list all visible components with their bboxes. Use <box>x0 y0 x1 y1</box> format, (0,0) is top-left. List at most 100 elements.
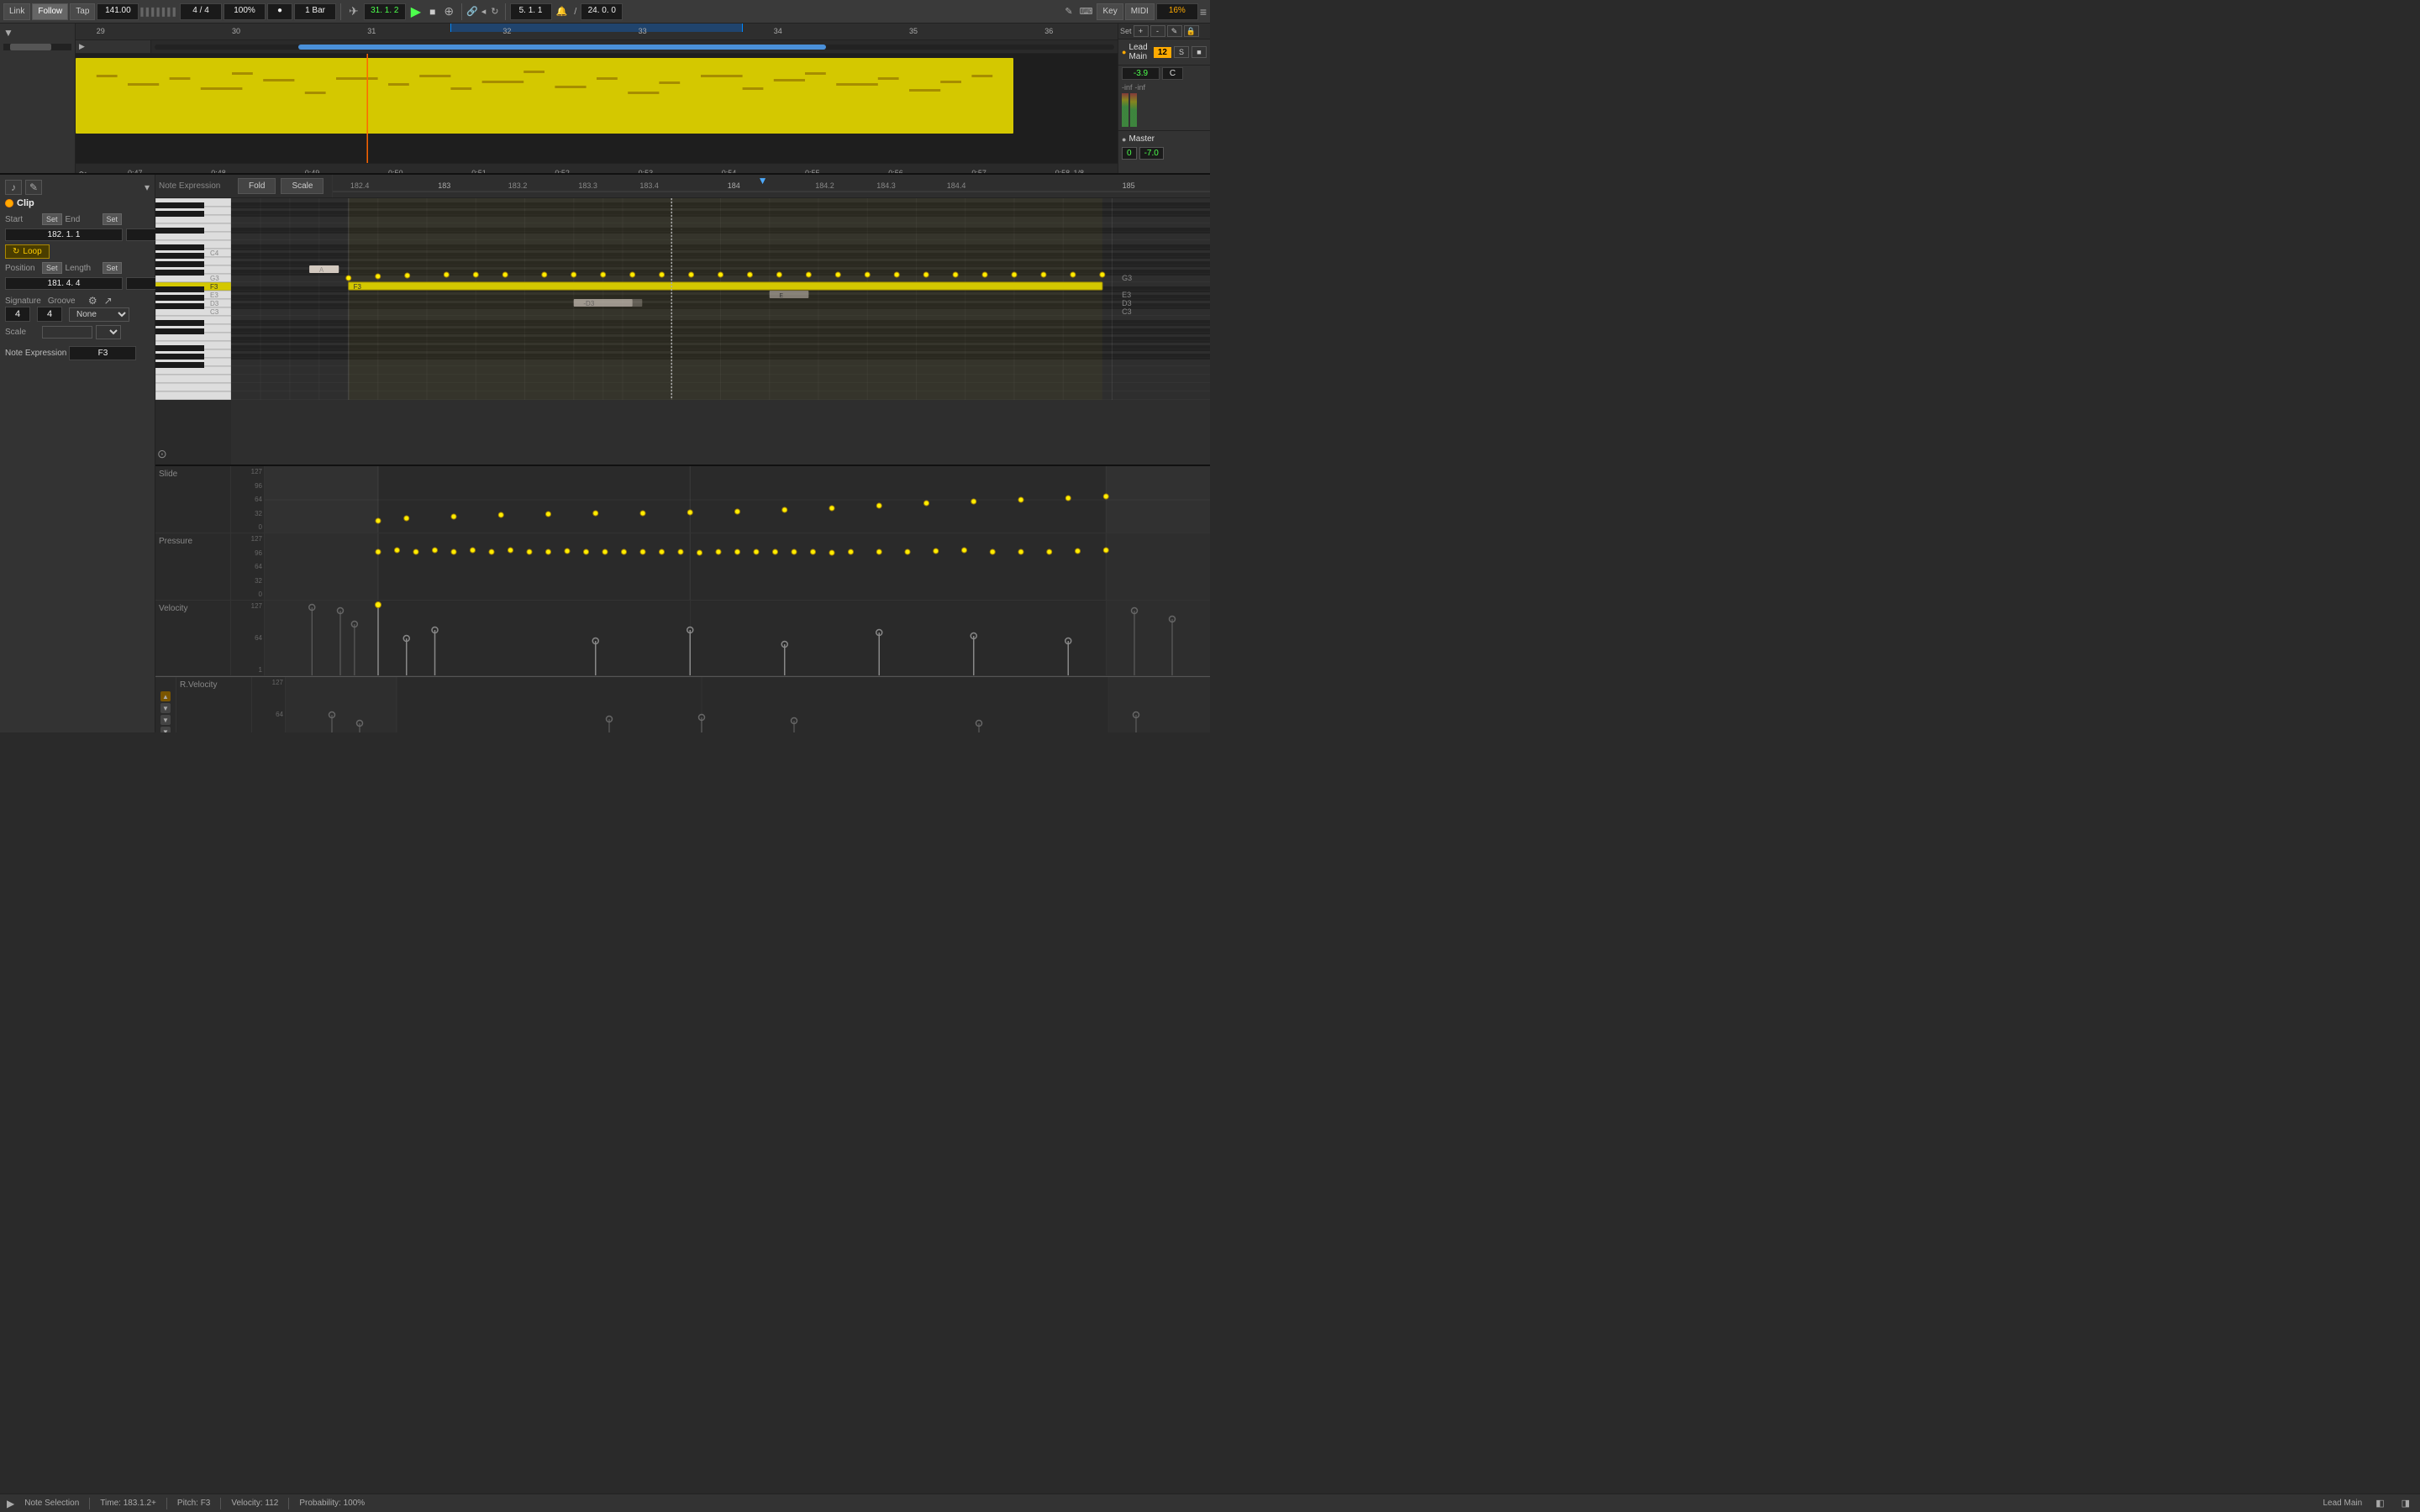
position-input[interactable] <box>5 277 123 290</box>
track-s-btn[interactable]: S <box>1174 46 1189 58</box>
groove-arrow-icon[interactable]: ↗ <box>104 295 113 307</box>
stop-button[interactable]: ■ <box>426 6 439 18</box>
chevron-down-icon[interactable]: ▾ <box>145 181 150 193</box>
set-plus-btn[interactable]: + <box>1134 25 1149 37</box>
clip-title: Clip <box>17 198 34 208</box>
loop-button[interactable]: ↻ Loop <box>5 244 50 259</box>
slide-content[interactable] <box>265 466 1210 533</box>
mark-31: 31 <box>367 27 376 35</box>
set-minus-btn[interactable]: - <box>1150 25 1165 37</box>
bpm-display[interactable]: 141.00 <box>97 3 139 20</box>
bar-display[interactable]: 1 Bar <box>294 3 336 20</box>
arr-content[interactable] <box>76 54 1118 163</box>
rv-arrow-down2[interactable]: ▼ <box>160 715 171 725</box>
set-label: Set <box>1120 27 1132 35</box>
follow-button[interactable]: Follow <box>32 3 68 20</box>
sig-num-input[interactable] <box>5 307 30 322</box>
pressure-label: Pressure <box>159 537 192 546</box>
len-set-btn[interactable]: Set <box>103 262 123 274</box>
fold-button[interactable]: Fold <box>238 178 276 194</box>
slide-lane: Slide 127 96 64 32 0 <box>155 466 1210 533</box>
arr-scroll-bar[interactable] <box>3 44 71 50</box>
zoom-display[interactable]: 100% <box>224 3 266 20</box>
rvelocity-content[interactable]: ▶ Off <box>286 677 1210 732</box>
rv-arrow-down1[interactable]: ▼ <box>160 703 171 713</box>
loop-region[interactable] <box>450 24 742 32</box>
fold-arr-icon[interactable]: ▶ <box>79 42 85 51</box>
svg-text:E3: E3 <box>210 291 218 299</box>
ruler-area[interactable]: ▼ 182.4 183 183.2 183.3 183.4 184 184.2 … <box>332 175 1210 197</box>
play-button[interactable]: ▶ <box>408 3 424 20</box>
status-sep1 <box>89 1498 90 1509</box>
velocity-content[interactable] <box>265 601 1210 675</box>
svg-text:184: 184 <box>728 181 740 190</box>
sig-den-input[interactable] <box>37 307 62 322</box>
status-bar: ▶ Note Selection Time: 183.1.2+ Pitch: F… <box>0 1494 2420 1512</box>
vu-meter-r <box>1130 93 1137 127</box>
status-play-icon[interactable]: ▶ <box>7 1498 14 1509</box>
time-0:49: 0:49 <box>305 169 320 174</box>
status-icon2: ◨ <box>2398 1498 2413 1509</box>
sig-values-row: None Groove 1 <box>5 307 150 322</box>
tap-button[interactable]: Tap <box>70 3 95 20</box>
track-dot-icon: ● <box>1122 48 1126 56</box>
position-display[interactable]: 31. 1. 2 <box>364 3 406 20</box>
loop-row: ↻ Loop <box>5 244 150 259</box>
pos2-display[interactable]: 5. 1. 1 <box>510 3 552 20</box>
track-stop-btn[interactable]: ■ <box>1192 46 1207 58</box>
pos-set-btn[interactable]: Set <box>42 262 62 274</box>
arr-timeline[interactable]: 29 30 31 32 33 34 35 36 <box>76 24 1118 40</box>
mark-36: 36 <box>1044 27 1053 35</box>
rv-arrow-up1[interactable]: ▲ <box>160 691 171 701</box>
scale-input[interactable] <box>42 326 92 339</box>
set-lock-btn[interactable]: 🔒 <box>1184 25 1199 37</box>
note-expr-label: Note Expression <box>5 349 66 358</box>
track-volume[interactable]: 12 <box>1154 47 1171 58</box>
fold-scale-area: Fold Scale <box>231 178 332 194</box>
groove-settings-icon[interactable]: ⚙ <box>88 295 97 307</box>
rv-127: 127 <box>272 679 283 686</box>
track-pan: C <box>1162 67 1183 80</box>
pos3-display[interactable]: 24. 0. 0 <box>581 3 623 20</box>
arr-horiz-scroll[interactable] <box>155 45 1114 50</box>
note-expr-input[interactable] <box>69 346 136 360</box>
piano-roll-area: Note Expression Fold Scale ▼ 182.4 183 1… <box>155 175 1210 732</box>
scale-button[interactable]: Scale <box>281 178 324 194</box>
wave-icon[interactable]: 〜 <box>79 167 87 173</box>
note-grid[interactable]: A F3 G3 E E3 <box>231 198 1210 465</box>
pencil-icon[interactable]: ✎ <box>25 180 42 195</box>
pressure-lane: Pressure 127 96 64 32 0 <box>155 533 1210 601</box>
slide-label: Slide <box>159 470 177 479</box>
scale-select[interactable] <box>96 325 121 339</box>
pressure-64: 64 <box>255 563 262 570</box>
pressure-content[interactable] <box>265 533 1210 600</box>
set-edit-btn[interactable]: ✎ <box>1167 25 1182 37</box>
sig-label: Signature <box>5 297 41 306</box>
status-mode: Note Selection <box>24 1499 79 1508</box>
cpu-display: 16% <box>1156 3 1198 20</box>
midi-button[interactable]: MIDI <box>1125 3 1155 20</box>
target-icon[interactable]: ⊙ <box>157 447 167 461</box>
arrow-left-icon: ◂ <box>480 6 488 17</box>
menu-icon[interactable]: ≡ <box>1200 5 1207 18</box>
time-sig-display[interactable]: 4 / 4 <box>180 3 222 20</box>
start-end-row: Start Set End Set <box>5 213 150 225</box>
master-val1: 0 <box>1122 147 1137 160</box>
time-0:55: 0:55 <box>805 169 820 174</box>
groove-select[interactable]: None Groove 1 <box>69 307 129 322</box>
key-button[interactable]: Key <box>1097 3 1123 20</box>
master-dot-icon: ● <box>1122 135 1126 144</box>
rv-arrows-col: ▲ ▼ ▼ ▼ <box>155 677 176 732</box>
start-input[interactable] <box>5 228 123 241</box>
end-set-btn[interactable]: Set <box>103 213 123 225</box>
rv-arrow-down3[interactable]: ▼ <box>160 727 171 732</box>
metro-icon: 🔔 <box>554 6 571 17</box>
svg-text:183.3: 183.3 <box>578 181 597 190</box>
time-0:52: 0:52 <box>555 169 570 174</box>
music-note-icon[interactable]: ♪ <box>5 180 22 195</box>
separator2 <box>461 3 462 20</box>
svg-text:184.3: 184.3 <box>876 181 896 190</box>
start-set-btn[interactable]: Set <box>42 213 62 225</box>
link-button[interactable]: Link <box>3 3 30 20</box>
collapse-arr-icon[interactable]: ▼ <box>3 27 13 39</box>
